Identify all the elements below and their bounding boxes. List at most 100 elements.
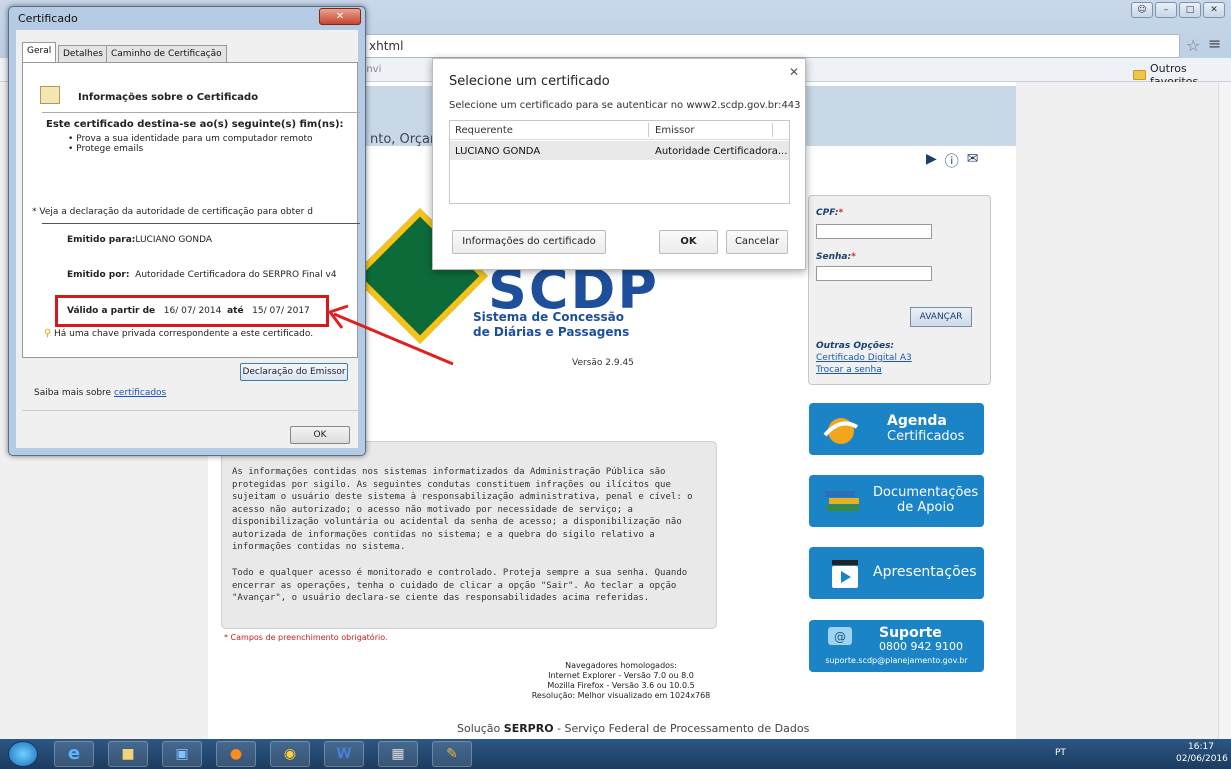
private-key-note: Há uma chave privada correspondente a es… bbox=[54, 329, 314, 339]
support-icon: @ bbox=[828, 627, 852, 645]
outlook-icon[interactable]: ▣ bbox=[162, 741, 202, 767]
help-icon[interactable]: ⓘ bbox=[945, 151, 959, 171]
docs-title: Documentações bbox=[873, 485, 979, 500]
certificate-ok-button[interactable]: OK bbox=[290, 426, 350, 444]
divider bbox=[42, 112, 360, 113]
calculator-icon[interactable]: ▦ bbox=[378, 741, 418, 767]
cell-requester[interactable]: LUCIANO GONDA bbox=[455, 146, 540, 157]
digital-certificate-link[interactable]: Certificado Digital A3 bbox=[816, 353, 912, 363]
suporte-phone: 0800 942 9100 bbox=[879, 640, 963, 653]
browsers-ie: Internet Explorer - Versão 7.0 ou 8.0 bbox=[548, 671, 694, 680]
books-icon bbox=[825, 491, 859, 511]
agenda-certificados-button[interactable]: Agenda Certificados bbox=[809, 403, 984, 455]
menu-icon[interactable]: ≡ bbox=[1208, 34, 1221, 53]
header-icons: ▶ ⓘ ✉ bbox=[926, 151, 979, 171]
documentacoes-button[interactable]: Documentações de Apoio bbox=[809, 475, 984, 527]
valid-from-label: Válido a partir de bbox=[67, 306, 156, 316]
valid-from-value: 16/ 07/ 2014 bbox=[163, 306, 222, 316]
certificate-declaration-note: * Veja a declaração da autoridade de cer… bbox=[32, 207, 313, 217]
ie-icon[interactable]: e bbox=[54, 741, 94, 767]
cpf-input[interactable] bbox=[816, 224, 932, 239]
certificates-link[interactable]: certificados bbox=[114, 388, 166, 398]
scrollbar[interactable] bbox=[1218, 82, 1231, 739]
minimize-button[interactable]: – bbox=[1155, 2, 1177, 18]
suporte-title: Suporte bbox=[879, 625, 942, 641]
select-dialog-subtitle: Selecione um certificado para se autenti… bbox=[449, 100, 801, 111]
footer-prefix: Solução bbox=[457, 722, 501, 735]
suporte-email: suporte.scdp@planejamento.gov.br bbox=[825, 656, 968, 665]
issued-to: Emitido para:LUCIANO GONDA bbox=[67, 235, 212, 245]
certificate-icon bbox=[40, 86, 60, 104]
divider bbox=[42, 223, 360, 224]
address-bar[interactable]: xhtml bbox=[360, 34, 1180, 58]
column-header-requester[interactable]: Requerente bbox=[455, 125, 513, 136]
tray-clock[interactable]: 16:17 02/06/2016 bbox=[1176, 741, 1228, 765]
validity-period: Válido a partir de 16/ 07/ 2014 até 15/ … bbox=[67, 306, 310, 316]
docs-subtitle: de Apoio bbox=[897, 500, 955, 515]
senha-label: Senha:* bbox=[816, 252, 856, 262]
profile-icon[interactable]: ☺ bbox=[1131, 2, 1153, 18]
change-password-link[interactable]: Trocar a senha bbox=[816, 365, 882, 375]
ok-button[interactable]: OK bbox=[659, 230, 718, 254]
footer-credit: Solução SERPRO - Serviço Federal de Proc… bbox=[457, 722, 809, 735]
tab-caminho[interactable]: Caminho de Certificação bbox=[106, 45, 227, 63]
cell-issuer[interactable]: Autoridade Certificadora... bbox=[655, 146, 787, 157]
valid-to-label: até bbox=[227, 306, 244, 316]
tray-language[interactable]: PT bbox=[1055, 748, 1066, 758]
video-icon bbox=[832, 560, 858, 588]
folder-icon bbox=[1133, 70, 1146, 80]
legal-notice-paragraph-2: Todo e qualquer acesso é monitorado e co… bbox=[232, 568, 688, 603]
suporte-button[interactable]: @ Suporte 0800 942 9100 suporte.scdp@pla… bbox=[809, 620, 984, 672]
certificate-purpose-heading: Este certificado destina-se ao(s) seguin… bbox=[46, 119, 344, 130]
other-options-label: Outras Opções: bbox=[816, 341, 895, 351]
paint-icon[interactable]: ✎ bbox=[432, 741, 472, 767]
issued-by: Emitido por: Autoridade Certificadora do… bbox=[67, 270, 337, 280]
issued-by-value: Autoridade Certificadora do SERPRO Final… bbox=[135, 270, 337, 280]
agenda-logo-icon bbox=[823, 418, 859, 444]
bookmark-star-icon[interactable]: ☆ bbox=[1186, 36, 1200, 55]
column-header-issuer[interactable]: Emissor bbox=[655, 125, 695, 136]
certificate-info-button[interactable]: Informações do certificado bbox=[452, 230, 606, 254]
mail-icon[interactable]: ✉ bbox=[967, 151, 979, 171]
agenda-subtitle: Certificados bbox=[887, 429, 965, 444]
firefox-icon[interactable]: ● bbox=[216, 741, 256, 767]
required-fields-note: * Campos de preenchimento obrigatório. bbox=[224, 633, 388, 642]
close-button[interactable]: ✕ bbox=[1203, 2, 1225, 18]
select-dialog-title: Selecione um certificado bbox=[449, 74, 610, 89]
apresentacoes-title: Apresentações bbox=[873, 564, 977, 580]
column-divider bbox=[772, 123, 773, 137]
avancar-button[interactable]: AVANÇAR bbox=[910, 307, 972, 327]
key-icon: ⚲ bbox=[44, 328, 52, 339]
explorer-icon[interactable]: ■ bbox=[108, 741, 148, 767]
select-dialog-close-icon[interactable]: ✕ bbox=[789, 65, 799, 79]
clock-date: 02/06/2016 bbox=[1176, 754, 1228, 764]
footer-brand: SERPRO bbox=[503, 722, 554, 735]
supported-browsers: Navegadores homologados: Internet Explor… bbox=[508, 661, 734, 701]
chrome-icon[interactable]: ◉ bbox=[270, 741, 310, 767]
tab-detalhes[interactable]: Detalhes bbox=[58, 45, 108, 63]
certificate-close-button[interactable]: ✕ bbox=[319, 8, 361, 25]
issued-to-label: Emitido para: bbox=[67, 235, 136, 245]
issued-to-value: LUCIANO GONDA bbox=[135, 235, 213, 245]
word-icon[interactable]: W bbox=[324, 741, 364, 767]
purpose-item: • Prova a sua identidade para um computa… bbox=[68, 134, 313, 144]
version-label: Versão 2.9.45 bbox=[572, 358, 634, 368]
window-controls: ☺ – □ ✕ bbox=[1131, 2, 1225, 18]
browsers-resolution: Resolução: Melhor visualizado em 1024x76… bbox=[531, 691, 711, 700]
certificate-window-title: Certificado bbox=[18, 12, 78, 25]
column-divider bbox=[648, 123, 649, 137]
issued-by-label: Emitido por: bbox=[67, 270, 130, 280]
start-button[interactable] bbox=[8, 741, 38, 767]
password-input[interactable] bbox=[816, 266, 932, 281]
browsers-heading: Navegadores homologados: bbox=[565, 661, 677, 670]
certificate-purposes: • Prova a sua identidade para um computa… bbox=[68, 134, 313, 154]
tab-geral[interactable]: Geral bbox=[22, 42, 57, 63]
red-arrow-annotation bbox=[327, 304, 454, 366]
svg-text:@: @ bbox=[834, 630, 846, 644]
maximize-button[interactable]: □ bbox=[1179, 2, 1201, 18]
learn-more-text: Saiba mais sobre bbox=[34, 388, 112, 398]
apresentacoes-button[interactable]: Apresentações bbox=[809, 547, 984, 599]
cancel-button[interactable]: Cancelar bbox=[726, 230, 788, 254]
logo-subtitle-1: Sistema de Concessão bbox=[473, 310, 624, 324]
play-icon[interactable]: ▶ bbox=[926, 151, 937, 171]
